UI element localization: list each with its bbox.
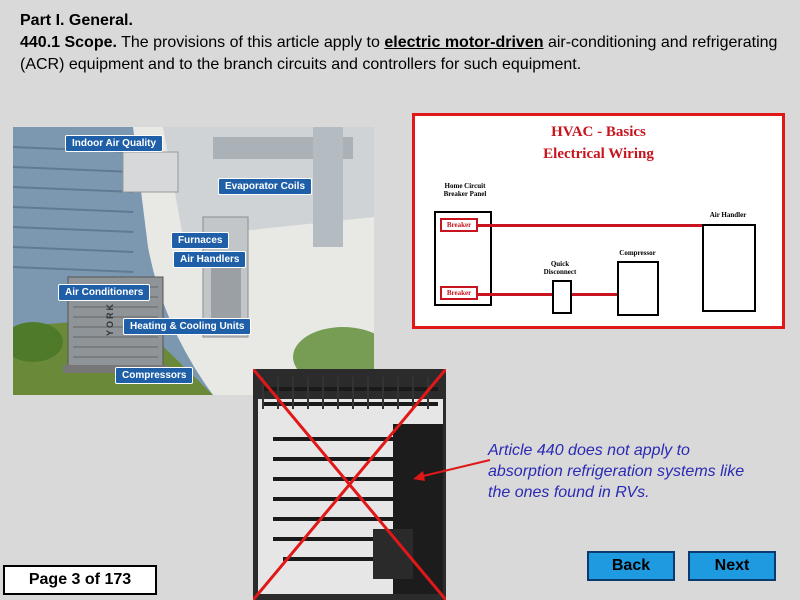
diagram-subtitle: Electrical Wiring bbox=[543, 146, 654, 162]
label-air-conditioners: Air Conditioners bbox=[58, 284, 151, 301]
label-compressors: Compressors bbox=[115, 367, 194, 384]
label-air-handlers: Air Handlers bbox=[173, 251, 247, 268]
quick-disconnect-label: Quick Disconnect bbox=[543, 260, 577, 276]
article-note: Article 440 does not apply to absorption… bbox=[488, 442, 745, 501]
panel-label: Home Circuit Breaker Panel bbox=[443, 182, 487, 198]
part-title: Part I. General. bbox=[20, 12, 133, 29]
slide-heading: Part I. General. 440.1 Scope. The provis… bbox=[20, 10, 790, 76]
scope-text-start: The provisions of this article apply to bbox=[116, 34, 385, 51]
diagram-title: HVAC - Basics bbox=[551, 124, 646, 140]
wire-panel-to-air-handler bbox=[478, 224, 702, 227]
breaker-2: Breaker bbox=[440, 286, 478, 300]
compressor-box bbox=[617, 261, 659, 316]
brand-logo: YORK bbox=[105, 302, 115, 337]
label-furnaces: Furnaces bbox=[171, 232, 230, 249]
air-handler-box bbox=[702, 224, 756, 312]
wire-disconnect-to-compressor bbox=[572, 293, 617, 296]
air-handler-label: Air Handler bbox=[709, 211, 747, 219]
breaker-1: Breaker bbox=[440, 218, 478, 232]
section-number: 440.1 Scope. bbox=[20, 34, 117, 51]
hvac-house-illustration: Indoor Air Quality Evaporator Coils Furn… bbox=[13, 127, 374, 395]
arrow-icon bbox=[413, 459, 491, 481]
wire-panel-to-disconnect bbox=[478, 293, 552, 296]
label-indoor-air-quality: Indoor Air Quality bbox=[65, 135, 164, 152]
compressor-label: Compressor bbox=[619, 249, 656, 257]
hvac-wiring-diagram: HVAC - Basics Electrical Wiring Home Cir… bbox=[412, 113, 785, 329]
next-button[interactable]: Next bbox=[688, 551, 776, 581]
label-heating-cooling-units: Heating & Cooling Units bbox=[123, 318, 252, 335]
scope-highlight: electric motor-driven bbox=[384, 34, 544, 51]
back-button[interactable]: Back bbox=[587, 551, 675, 581]
label-evaporator-coils: Evaporator Coils bbox=[218, 178, 313, 195]
quick-disconnect-box bbox=[552, 280, 572, 314]
page-counter: Page 3 of 173 bbox=[3, 565, 157, 595]
